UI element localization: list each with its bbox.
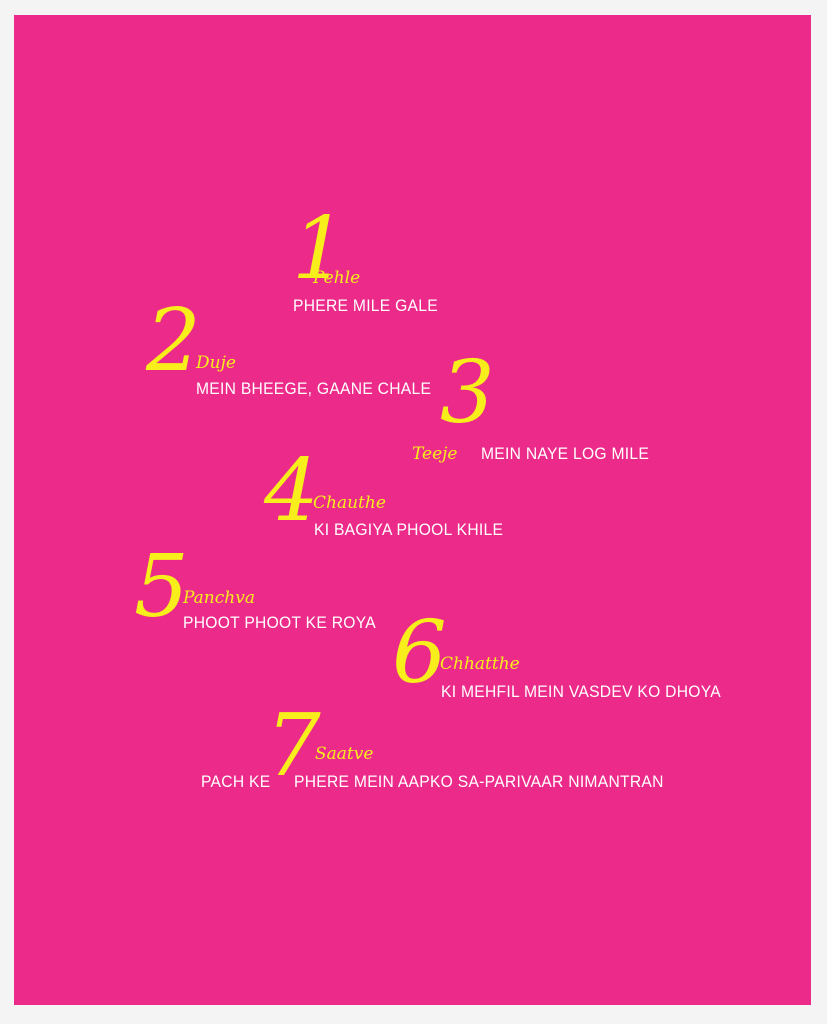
step-word-1: Pehle xyxy=(313,268,361,288)
step-number-6: 6 xyxy=(392,603,447,703)
step-word-7: Saatve xyxy=(315,744,374,764)
step-text-1: PHERE MILE GALE xyxy=(293,296,438,315)
step-number-4: 4 xyxy=(264,441,319,541)
step-text-6: KI MEHFIL MEIN VASDEV KO DHOYA xyxy=(441,682,722,701)
step-number-5: 5 xyxy=(134,537,189,637)
step-prefix-7: PACH KE xyxy=(201,772,271,791)
step-number-3: 3 xyxy=(440,343,495,443)
step-word-6: Chhatthe xyxy=(440,654,520,674)
step-word-5: Panchva xyxy=(183,588,255,608)
step-text-3: MEIN NAYE LOG MILE xyxy=(481,444,650,463)
step-word-4: Chauthe xyxy=(313,493,386,513)
step-text-2: MEIN BHEEGE, GAANE CHALE xyxy=(196,379,432,398)
step-number-2: 2 xyxy=(146,291,201,391)
invitation-card xyxy=(14,15,811,1005)
step-text-5: PHOOT PHOOT KE ROYA xyxy=(183,613,376,632)
step-word-3: Teeje xyxy=(412,444,458,464)
step-word-2: Duje xyxy=(196,353,236,373)
step-text-4: KI BAGIYA PHOOL KHILE xyxy=(314,520,504,539)
step-text-7: PHERE MEIN AAPKO SA-PARIVAAR NIMANTRAN xyxy=(294,772,664,791)
